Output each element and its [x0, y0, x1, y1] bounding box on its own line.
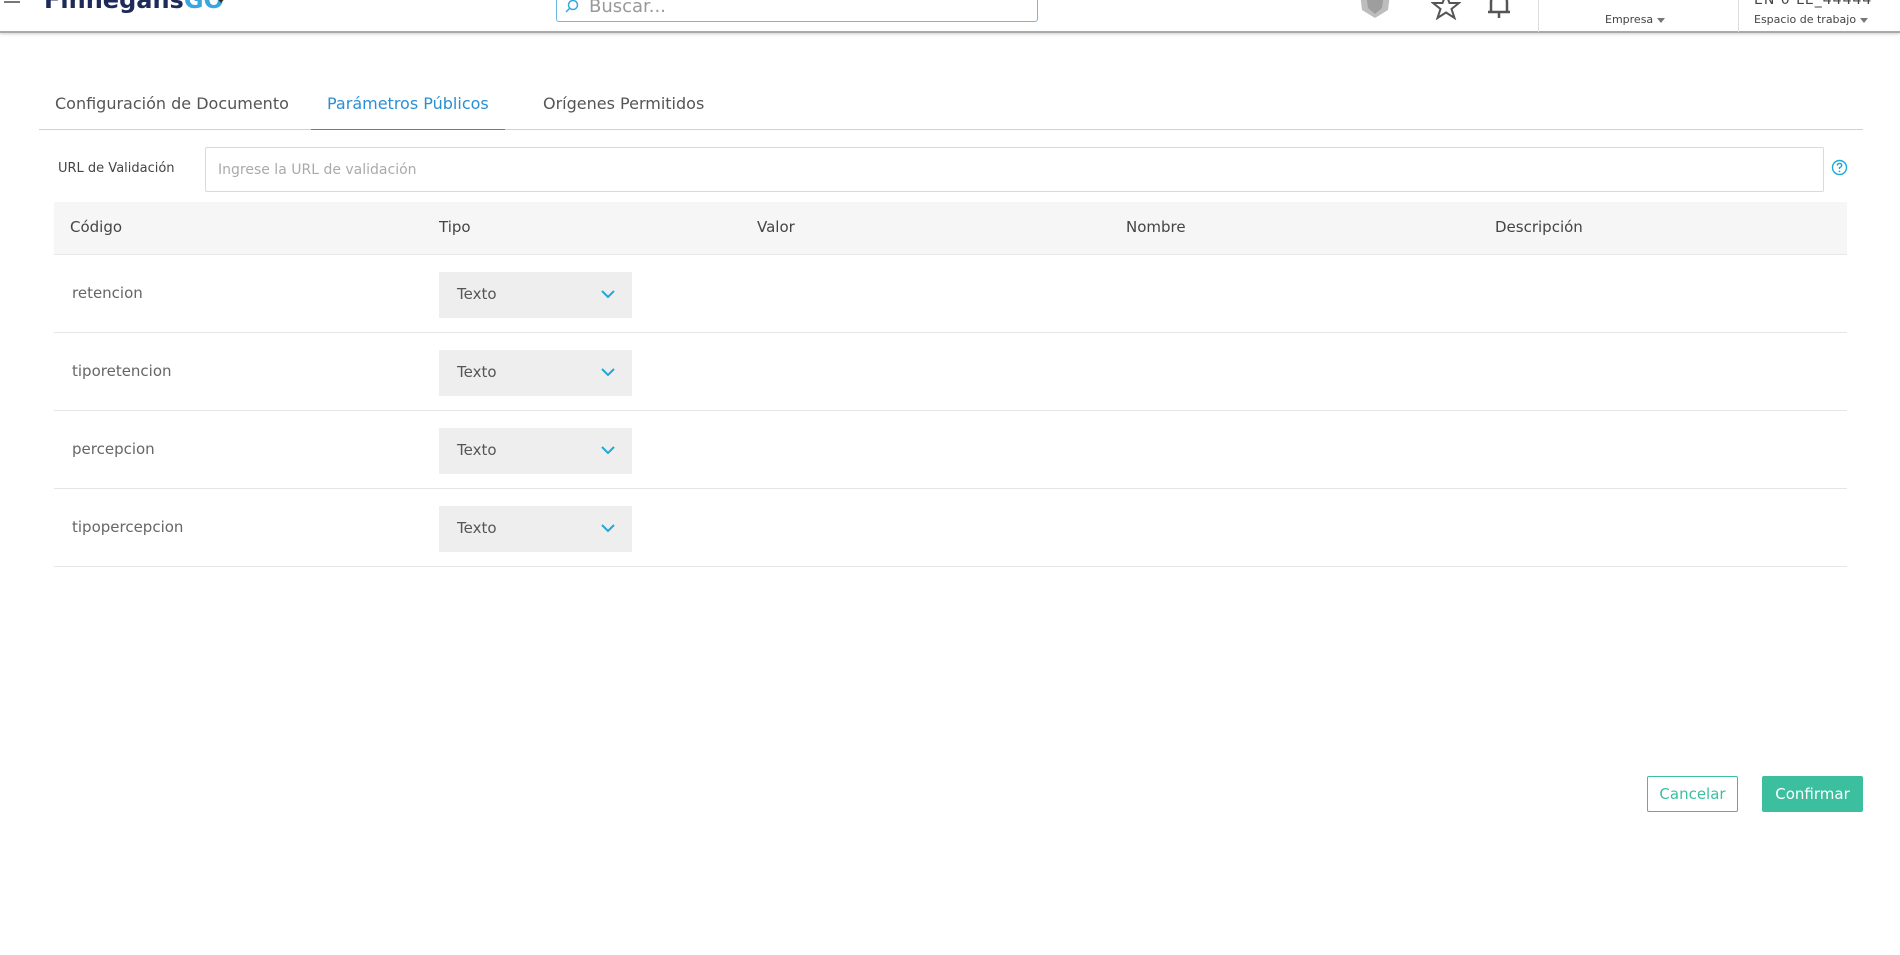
notifications-bell-icon[interactable]	[1484, 0, 1514, 20]
url-validacion-input[interactable]	[205, 147, 1824, 192]
search-input[interactable]	[589, 0, 1029, 21]
tipo-select[interactable]: Texto	[439, 272, 632, 318]
parametros-table: Código Tipo Valor Nombre Descripción ret…	[54, 202, 1847, 567]
user-avatar-icon[interactable]	[1356, 0, 1394, 18]
workspace-dropdown-icon	[1860, 17, 1869, 23]
header-divider	[1538, 0, 1539, 32]
tipo-select[interactable]: Texto	[439, 506, 632, 552]
user-code-text: EN 0 LE_44444	[1754, 0, 1873, 8]
column-header-valor: Valor	[757, 218, 795, 236]
logo-dropdown-caret-icon[interactable]	[215, 0, 227, 3]
top-header: FinnegansGO Empresa EN 0 LE_44444 Espaci…	[0, 0, 1900, 33]
workspace-selector[interactable]: Espacio de trabajo	[1754, 13, 1869, 26]
global-search[interactable]	[556, 0, 1038, 22]
hamburger-menu-icon[interactable]	[4, 0, 20, 8]
table-row: tipopercepcion Texto	[54, 489, 1847, 567]
table-row: percepcion Texto	[54, 411, 1847, 489]
help-icon[interactable]	[1831, 159, 1848, 176]
workspace-label: Espacio de trabajo	[1754, 13, 1857, 26]
app-logo[interactable]: FinnegansGO	[44, 0, 224, 12]
company-selector[interactable]: Empresa	[1605, 13, 1666, 26]
tipo-select-value: Texto	[457, 363, 497, 381]
company-dropdown-icon	[1657, 17, 1666, 23]
tipo-select[interactable]: Texto	[439, 428, 632, 474]
column-header-tipo: Tipo	[439, 218, 471, 236]
codigo-cell: percepcion	[72, 440, 155, 458]
tab-bar: Configuración de Documento Parámetros Pú…	[39, 80, 1863, 130]
codigo-cell: tipopercepcion	[72, 518, 184, 536]
tab-configuracion-documento[interactable]: Configuración de Documento	[39, 80, 305, 130]
company-label: Empresa	[1605, 13, 1654, 26]
cancel-button[interactable]: Cancelar	[1647, 776, 1738, 812]
chevron-down-icon	[601, 368, 615, 377]
url-validacion-label: URL de Validación	[58, 161, 175, 176]
chevron-down-icon	[601, 446, 615, 455]
tipo-select-value: Texto	[457, 519, 497, 537]
tab-parametros-publicos[interactable]: Parámetros Públicos	[311, 80, 505, 130]
column-header-codigo: Código	[70, 218, 123, 236]
column-header-descripcion: Descripción	[1495, 218, 1583, 236]
table-row: tiporetencion Texto	[54, 333, 1847, 411]
logo-text: Finnegans	[44, 0, 184, 14]
chevron-down-icon	[601, 524, 615, 533]
tipo-select-value: Texto	[457, 441, 497, 459]
column-header-nombre: Nombre	[1126, 218, 1186, 236]
table-row: retencion Texto	[54, 255, 1847, 333]
favorites-star-icon[interactable]	[1431, 0, 1461, 20]
chevron-down-icon	[601, 290, 615, 299]
search-icon	[565, 0, 579, 13]
confirm-button[interactable]: Confirmar	[1762, 776, 1863, 812]
tipo-select-value: Texto	[457, 285, 497, 303]
tipo-select[interactable]: Texto	[439, 350, 632, 396]
tab-origenes-permitidos[interactable]: Orígenes Permitidos	[527, 80, 720, 130]
codigo-cell: tiporetencion	[72, 362, 172, 380]
codigo-cell: retencion	[72, 284, 143, 302]
header-divider	[1738, 0, 1739, 32]
table-header: Código Tipo Valor Nombre Descripción	[54, 202, 1847, 255]
